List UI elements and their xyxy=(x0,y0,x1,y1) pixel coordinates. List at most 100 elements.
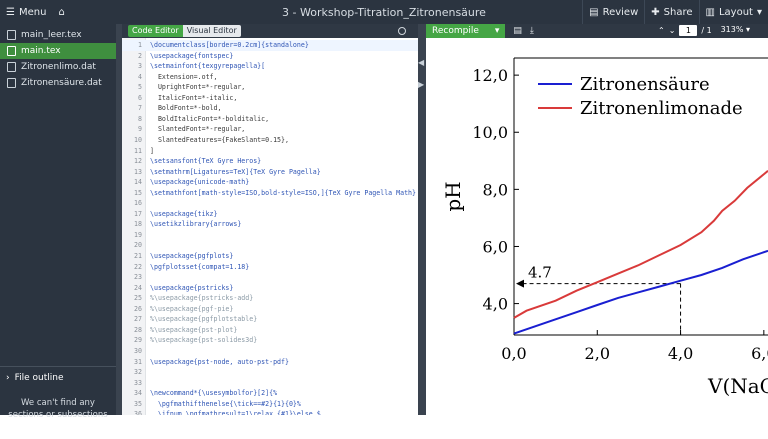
code-text: \usepackage{pst-node, auto-pst-pdf} xyxy=(150,357,289,366)
code-text: \usepackage{tikz} xyxy=(150,209,218,218)
review-label: Review xyxy=(602,6,639,18)
editor-pdf-resize-handle[interactable]: ◀ ▶ xyxy=(418,24,426,415)
code-text: BoldFont=*-bold, xyxy=(150,104,222,113)
code-line[interactable]: 17 \usepackage{tikz} xyxy=(122,209,418,220)
download-icon[interactable]: ⤓ xyxy=(530,26,534,36)
file-item-zitronensaeure[interactable]: Zitronensäure.dat xyxy=(0,75,116,91)
code-line[interactable]: 12 \setsansfont{TeX Gyre Heros} xyxy=(122,156,418,167)
line-number: 3 xyxy=(138,62,142,71)
code-line[interactable]: 19 xyxy=(122,230,418,241)
code-line[interactable]: 31 \usepackage{pst-node, auto-pst-pdf} xyxy=(122,357,418,368)
code-line[interactable]: 4 Extension=.otf, xyxy=(122,72,418,83)
file-item-zitronenlimo[interactable]: Zitronenlimo.dat xyxy=(0,59,116,75)
y-tick-label: 10,0 xyxy=(472,123,508,142)
code-line[interactable]: 22 \pgfplotsset{compat=1.18} xyxy=(122,262,418,273)
page-input[interactable]: 1 xyxy=(679,25,698,36)
code-text: \pgfmathifthenelse{\tick==#2}{1}{0}% xyxy=(150,399,301,408)
line-number: 16 xyxy=(134,199,142,208)
code-line[interactable]: 35 \pgfmathifthenelse{\tick==#2}{1}{0}% xyxy=(122,399,418,410)
code-editor[interactable]: 1 \documentclass[border=0.2cm]{standalone… xyxy=(122,38,418,415)
file-item-main[interactable]: main.tex xyxy=(0,43,116,59)
arrow-left-icon[interactable]: ◀ xyxy=(418,58,424,67)
line-number: 6 xyxy=(138,93,142,102)
search-icon[interactable] xyxy=(398,27,406,35)
chevron-down-icon[interactable]: ▾ xyxy=(495,26,500,36)
review-button[interactable]: ▤ Review xyxy=(582,0,644,24)
share-label: Share xyxy=(663,6,693,18)
line-number: 7 xyxy=(138,104,142,113)
document-icon[interactable]: ▤ xyxy=(513,26,522,36)
arrow-right-icon[interactable]: ▶ xyxy=(418,80,424,89)
code-line[interactable]: 15 \setmathfont[math-style=ISO,bold-style… xyxy=(122,188,418,199)
code-line[interactable]: 8 BoldItalicFont=*-bolditalic, xyxy=(122,114,418,125)
code-line[interactable]: 27 %\usepackage{pgfplotstable} xyxy=(122,314,418,325)
code-line[interactable]: 10 SlantedFeatures={FakeSlant=0.15}, xyxy=(122,135,418,146)
pdf-preview[interactable]: 4,0 6,0 8,0 10,0 12,0 0,0 2,0 4,0 6,0 pH V(NaC 4.7 Z… xyxy=(426,38,768,415)
chevron-up-icon[interactable]: ⌃ xyxy=(658,26,665,35)
code-line[interactable]: 34 \newcommand*{\usesymbolfor}[2]{% xyxy=(122,388,418,399)
file-icon xyxy=(7,46,16,56)
code-line[interactable]: 32 xyxy=(122,367,418,378)
line-number: 11 xyxy=(134,146,142,155)
code-line[interactable]: 6 ItalicFont=*-italic, xyxy=(122,93,418,104)
code-line[interactable]: 28 %\usepackage{pst-plot} xyxy=(122,325,418,336)
code-line[interactable]: 25 %\usepackage{pstricks-add} xyxy=(122,293,418,304)
line-number: 33 xyxy=(134,378,142,387)
code-line[interactable]: 36 \ifnum \pgfmathresult=1\relax {#1}\el… xyxy=(122,409,418,415)
zoom-select[interactable]: 313% ▾ xyxy=(721,25,750,34)
code-line[interactable]: 21 \usepackage{pgfplots} xyxy=(122,251,418,262)
code-line[interactable]: 30 xyxy=(122,346,418,357)
code-text: %\usepackage{pgfplotstable} xyxy=(150,315,258,324)
code-line[interactable]: 2 \usepackage{fontspec} xyxy=(122,51,418,62)
line-number: 28 xyxy=(134,325,142,334)
review-icon: ▤ xyxy=(589,6,599,18)
share-button[interactable]: ✚ Share xyxy=(644,0,698,24)
code-editor-toggle[interactable]: Code Editor xyxy=(128,25,183,37)
code-line[interactable]: 11] xyxy=(122,146,418,157)
code-line[interactable]: 13 \setmathrm[Ligatures=TeX]{TeX Gyre Pag… xyxy=(122,167,418,178)
code-line[interactable]: 3 \setmainfont{texgyrepagella}[ xyxy=(122,61,418,72)
line-number: 21 xyxy=(134,252,142,260)
line-number: 35 xyxy=(134,399,142,408)
visual-editor-toggle[interactable]: Visual Editor xyxy=(182,25,241,37)
code-line[interactable]: 23 xyxy=(122,272,418,283)
code-line[interactable]: 33 xyxy=(122,378,418,389)
code-line[interactable]: 5 UprightFont=*-regular, xyxy=(122,82,418,93)
file-outline-message: We can't find any sections or subsection… xyxy=(8,398,108,420)
line-number: 13 xyxy=(134,167,142,176)
code-line[interactable]: 1 \documentclass[border=0.2cm]{standalone… xyxy=(122,40,418,51)
chevron-down-icon[interactable]: ⌄ xyxy=(669,26,676,35)
code-line[interactable]: 9 SlantedFont=*-regular, xyxy=(122,124,418,135)
annotation-arrow xyxy=(516,279,524,288)
line-number: 10 xyxy=(134,135,142,144)
line-number: 12 xyxy=(134,157,142,166)
code-line[interactable]: 20 xyxy=(122,240,418,251)
code-line[interactable]: 29 %\usepackage{pst-solides3d} xyxy=(122,335,418,346)
code-text: Extension=.otf, xyxy=(150,72,218,81)
recompile-button[interactable]: Recompile ▾ xyxy=(426,24,506,38)
code-line[interactable]: 18 \usetikzlibrary{arrows} xyxy=(122,219,418,230)
code-line[interactable]: 14 \usepackage{unicode-math} xyxy=(122,177,418,188)
line-number: 18 xyxy=(134,220,142,229)
code-line[interactable]: 7 BoldFont=*-bold, xyxy=(122,103,418,114)
layout-button[interactable]: ▥ Layout ▾ xyxy=(698,0,768,24)
chevron-down-icon: ▾ xyxy=(756,6,762,18)
menu-button[interactable]: ☰ Menu xyxy=(0,0,53,24)
file-name: Zitronensäure.dat xyxy=(21,78,102,88)
code-text: \setmathrm[Ligatures=TeX]{TeX Gyre Pagel… xyxy=(150,167,321,176)
file-icon xyxy=(7,62,16,72)
file-outline-toggle[interactable]: › File outline xyxy=(0,367,116,389)
code-text: \documentclass[border=0.2cm]{standalone} xyxy=(150,41,309,49)
line-number: 24 xyxy=(134,283,142,292)
line-number: 17 xyxy=(134,209,142,218)
code-line[interactable]: 24 \usepackage{pstricks} xyxy=(122,283,418,294)
code-line[interactable]: 26 %\usepackage{pgf-pie} xyxy=(122,304,418,315)
code-line[interactable]: 16 xyxy=(122,198,418,209)
editor-toolbar: Code Editor Visual Editor xyxy=(122,24,418,38)
file-item-main-leer[interactable]: main_leer.tex xyxy=(0,27,116,43)
line-number: 36 xyxy=(134,410,142,415)
line-number: 27 xyxy=(134,315,142,324)
line-number: 1 xyxy=(138,41,142,49)
line-number: 22 xyxy=(134,262,142,271)
home-button[interactable]: ⌂ xyxy=(52,0,70,24)
